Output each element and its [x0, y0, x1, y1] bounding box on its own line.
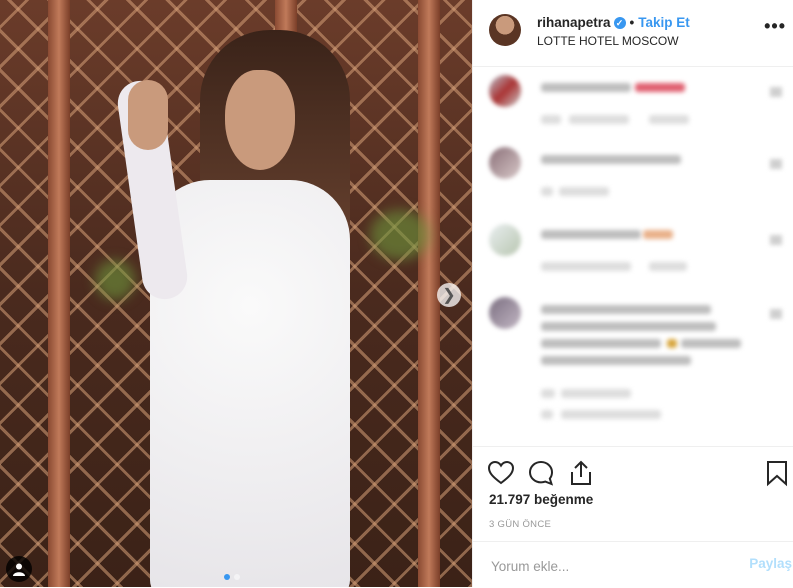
post-comment-button[interactable]: Paylaş: [749, 556, 792, 571]
blurred-text: [541, 230, 641, 239]
commenter-avatar[interactable]: [489, 75, 521, 107]
username-line: rihanapetra ✓ • Takip Et: [537, 15, 690, 30]
blurred-username: [541, 83, 631, 92]
next-slide-button[interactable]: ❯: [437, 283, 461, 307]
post-actions: 21.797 beğenme 3 GÜN ÖNCE Paylaş: [473, 446, 793, 588]
post-photo[interactable]: ❯: [0, 0, 472, 587]
post-sidebar: rihanapetra ✓ • Takip Et LOTTE HOTEL MOSCOW…: [472, 0, 793, 587]
foliage: [370, 210, 430, 260]
blurred-emoji: [643, 230, 673, 239]
location-link[interactable]: LOTTE HOTEL MOSCOW: [537, 34, 679, 48]
blurred-text: [681, 339, 741, 348]
blurred-emoji: [667, 339, 677, 348]
blurred-meta: [649, 115, 689, 124]
face: [225, 70, 295, 170]
comment-like-icon[interactable]: [770, 159, 782, 169]
commenter-avatar[interactable]: [489, 224, 521, 256]
verified-badge-icon: ✓: [613, 17, 626, 30]
bookmark-icon[interactable]: [765, 459, 789, 487]
blurred-meta: [541, 187, 553, 196]
user-tag-icon: [13, 563, 25, 576]
post-header: rihanapetra ✓ • Takip Et LOTTE HOTEL MOSCOW…: [473, 0, 793, 67]
comment-like-icon[interactable]: [770, 235, 782, 245]
comment-bubble-icon[interactable]: [527, 459, 555, 487]
blurred-text: [541, 356, 691, 365]
blurred-text: [541, 305, 711, 314]
blurred-meta: [541, 389, 555, 398]
hand: [128, 80, 168, 150]
more-options-button[interactable]: •••: [764, 16, 786, 37]
blurred-meta: [541, 115, 561, 124]
commenter-avatar[interactable]: [489, 147, 521, 179]
blurred-meta: [561, 389, 631, 398]
comment-like-icon[interactable]: [770, 309, 782, 319]
like-count[interactable]: 21.797 beğenme: [489, 492, 593, 507]
blurred-meta: [559, 187, 609, 196]
comment-like-icon[interactable]: [770, 87, 782, 97]
add-comment-bar: Paylaş: [473, 541, 793, 588]
blurred-meta: [561, 410, 661, 419]
blurred-text: [541, 322, 716, 331]
chevron-right-icon: ❯: [442, 287, 456, 304]
commenter-avatar[interactable]: [489, 297, 521, 329]
carousel-dot-active: [224, 574, 230, 580]
avatar[interactable]: [489, 14, 521, 46]
share-upload-icon[interactable]: [567, 459, 595, 487]
blurred-meta: [649, 262, 687, 271]
frame-post: [48, 0, 70, 587]
carousel-dot: [234, 574, 240, 580]
user-tag-button[interactable]: [6, 556, 32, 582]
blurred-text: [541, 339, 661, 348]
username-link[interactable]: rihanapetra: [537, 15, 611, 30]
blurred-text: [541, 155, 681, 164]
separator: •: [629, 15, 635, 30]
blurred-meta: [569, 115, 629, 124]
follow-button[interactable]: Takip Et: [638, 15, 690, 30]
blurred-meta: [541, 410, 553, 419]
post-date[interactable]: 3 GÜN ÖNCE: [489, 519, 551, 530]
woman-figure: [114, 30, 360, 587]
blurred-meta: [541, 262, 631, 271]
carousel-dots: [224, 574, 240, 580]
blurred-emoji: [635, 83, 685, 92]
heart-icon[interactable]: [487, 459, 515, 487]
comment-input[interactable]: [489, 554, 733, 578]
comments-list[interactable]: [473, 67, 793, 445]
